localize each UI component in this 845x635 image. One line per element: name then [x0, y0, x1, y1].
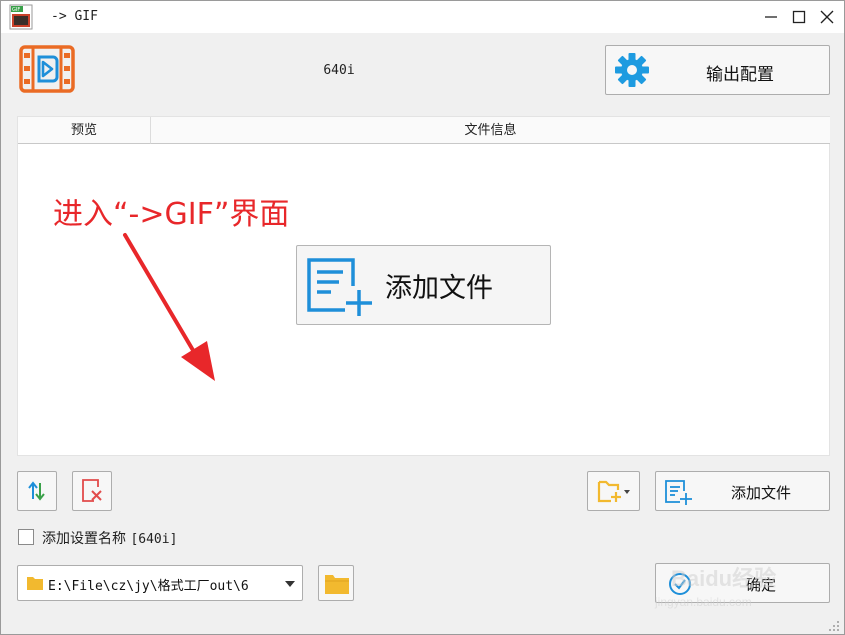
output-config-button[interactable]: 输出配置 [605, 45, 830, 95]
add-setting-name-label[interactable]: 添加设置名称 [640i] [42, 528, 177, 548]
checkbox-label-text: 添加设置名称 [42, 531, 126, 547]
ok-label: 确定 [745, 576, 776, 594]
add-file-small-icon [665, 480, 692, 505]
annotation-arrow-icon [123, 233, 215, 381]
browse-folder-button[interactable] [318, 565, 354, 601]
preset-name-label: 640i [323, 63, 355, 78]
folder-add-dropdown-icon [597, 480, 630, 503]
column-header-file-info[interactable]: 文件信息 [151, 117, 830, 144]
maximize-button[interactable] [785, 1, 813, 33]
add-file-button[interactable]: 添加文件 [655, 471, 830, 511]
chevron-down-icon [285, 581, 295, 587]
maximize-icon [792, 10, 806, 24]
sort-arrows-icon [28, 481, 45, 501]
remove-file-button[interactable] [72, 471, 112, 511]
add-file-label: 添加文件 [730, 484, 791, 502]
minimize-icon [765, 16, 777, 18]
window-title: -> GIF [51, 9, 98, 24]
add-folder-button[interactable] [587, 471, 640, 511]
output-path-text: E:\File\cz\jy\格式工厂out\6 [48, 579, 249, 594]
output-path-select[interactable]: E:\File\cz\jy\格式工厂out\6 [17, 565, 303, 601]
close-button[interactable] [813, 1, 841, 33]
title-bar[interactable]: GIF -> GIF [1, 1, 844, 33]
svg-text:GIF: GIF [12, 7, 20, 13]
remove-file-icon [82, 479, 102, 502]
checkbox-preset-value: [640i] [130, 532, 178, 547]
open-folder-icon [325, 575, 349, 594]
add-setting-name-checkbox[interactable] [18, 529, 34, 545]
add-file-icon [307, 258, 372, 316]
close-icon [820, 10, 834, 24]
gear-icon [615, 53, 649, 87]
folder-icon [27, 577, 43, 590]
annotation-text: 进入“->GIF”界面 [53, 197, 290, 232]
output-config-label: 输出配置 [706, 65, 774, 85]
resize-grip-icon[interactable] [827, 619, 841, 633]
ok-check-icon [669, 573, 691, 595]
minimize-button[interactable] [757, 1, 785, 33]
sort-order-button[interactable] [17, 471, 57, 511]
app-window: GIF -> GIF 640i 输出配置 预览 文件信息 进入“->GIF”界面… [0, 0, 845, 635]
column-header-preview[interactable]: 预览 [18, 117, 151, 144]
ok-button[interactable]: 确定 [655, 563, 830, 603]
add-file-center-button[interactable]: 添加文件 [296, 245, 551, 325]
app-gif-icon: GIF [9, 4, 33, 30]
add-file-center-label: 添加文件 [385, 273, 493, 304]
